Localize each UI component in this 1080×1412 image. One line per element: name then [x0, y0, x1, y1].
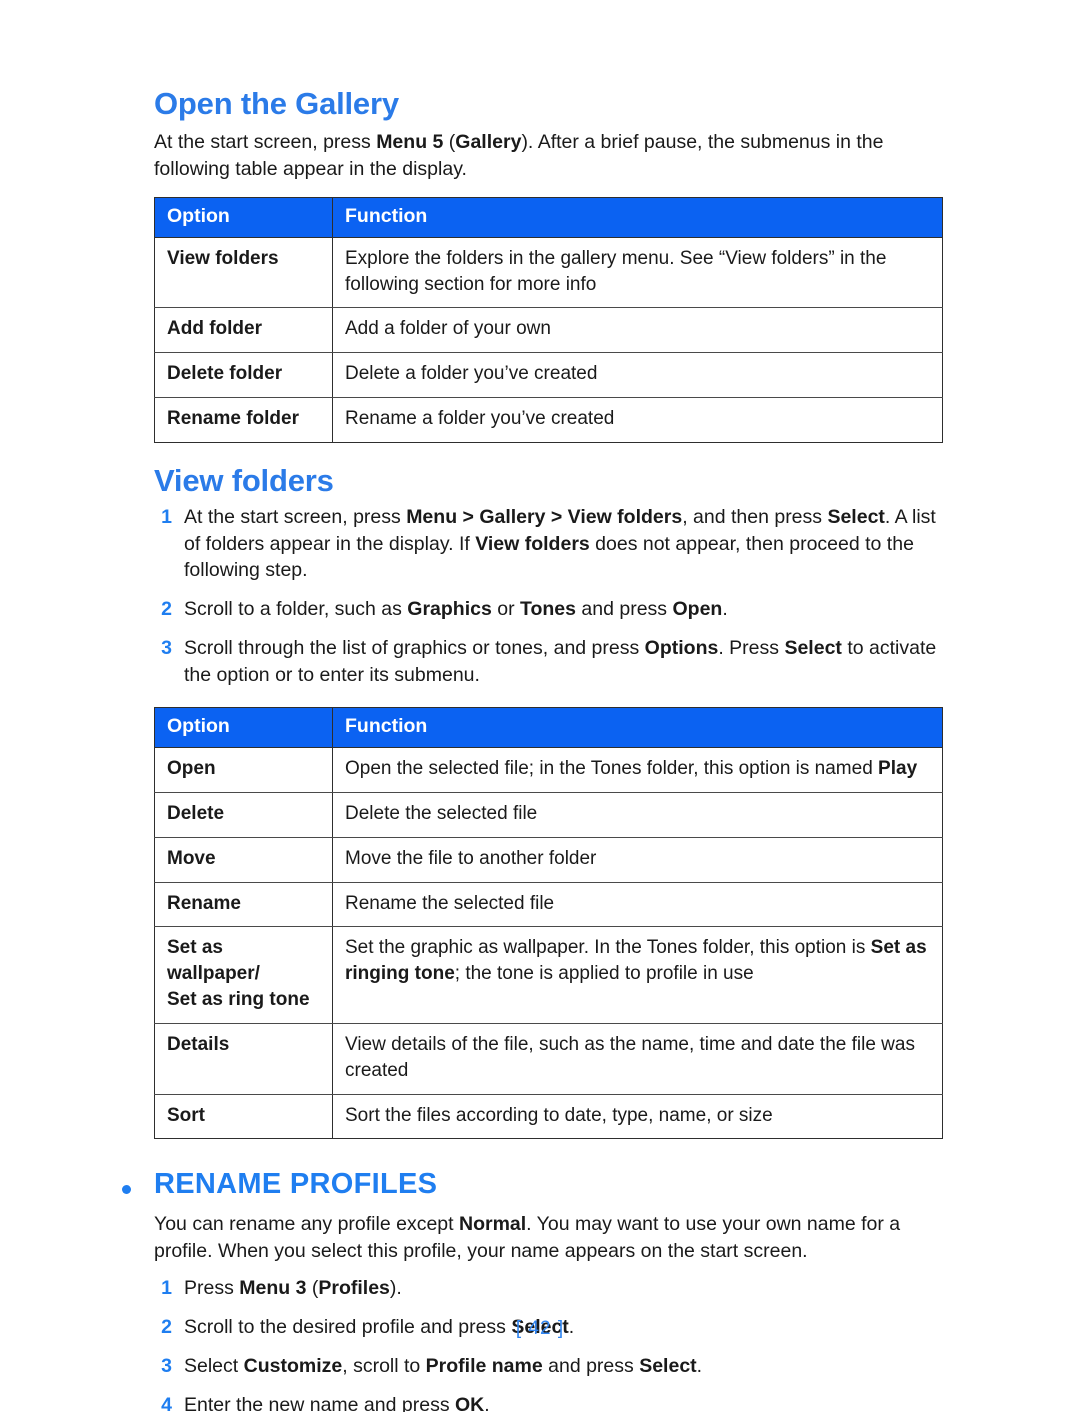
list-item: 1 At the start screen, press Menu > Gall… [154, 504, 944, 585]
option-cell: Details [154, 1023, 333, 1095]
option-cell: View folders [154, 237, 333, 309]
table-row: Add folder Add a folder of your own [154, 307, 943, 354]
step-number: 1 [161, 1277, 172, 1300]
table-row: Set as wallpaper/Set as ring tone Set th… [154, 926, 943, 1024]
table-row: Delete Delete the selected file [154, 792, 943, 838]
rename-profiles-steps: 1 Press Menu 3 (Profiles). 2 Scroll to t… [154, 1275, 944, 1412]
option-cell: Delete [154, 792, 333, 838]
step-number: 2 [161, 598, 172, 621]
function-cell: Sort the files according to date, type, … [345, 1104, 773, 1126]
list-item: 3 Scroll through the list of graphics or… [154, 635, 944, 689]
table-row: Open Open the selected file; in the Tone… [154, 747, 943, 793]
table-row: Rename folder Rename a folder you’ve cre… [154, 397, 943, 443]
list-item: 2 Scroll to a folder, such as Graphics o… [154, 596, 944, 623]
file-options-table: Option Function Open Open the selected f… [154, 707, 943, 1140]
step-text: Scroll to a folder, such as Graphics or … [184, 598, 728, 621]
manual-page: Open the Gallery At the start screen, pr… [0, 0, 1080, 1412]
function-cell: Delete the selected file [332, 792, 943, 838]
table-header-row: Option Function [154, 707, 943, 749]
page-title-view-folders: View folders [154, 462, 334, 498]
table-header-row: Option Function [154, 197, 943, 238]
list-item: 3 Select Customize, scroll to Profile na… [154, 1353, 944, 1380]
table-row: Details View details of the file, such a… [154, 1023, 943, 1095]
table-row: Delete folder Delete a folder you’ve cre… [154, 352, 943, 398]
list-item: 4 Enter the new name and press OK. [154, 1392, 944, 1412]
list-item: 1 Press Menu 3 (Profiles). [154, 1275, 944, 1302]
function-cell: Rename a folder you’ve created [345, 407, 615, 429]
view-folders-steps: 1 At the start screen, press Menu > Gall… [154, 504, 944, 689]
page-title-open-the-gallery: Open the Gallery [154, 86, 399, 121]
step-number: 4 [161, 1393, 172, 1412]
function-cell: Rename the selected file [332, 882, 943, 928]
step-text: Select Customize, scroll to Profile name… [184, 1354, 703, 1377]
option-cell: Sort [154, 1094, 333, 1139]
function-cell: Set the graphic as wallpaper. In the Ton… [332, 926, 943, 1024]
option-cell: Rename folder [154, 397, 333, 443]
step-text: Scroll through the list of graphics or t… [184, 637, 937, 687]
column-header-function: Function [332, 197, 943, 238]
table-row: Sort Sort the files according to date, t… [154, 1094, 943, 1139]
function-cell: Open the selected file; in the Tones fol… [332, 747, 943, 793]
function-cell: View details of the file, such as the na… [332, 1023, 943, 1095]
step-text: At the start screen, press Menu > Galler… [184, 505, 936, 582]
option-cell: Move [154, 837, 333, 883]
step-text: Press Menu 3 (Profiles). [184, 1277, 402, 1300]
function-cell: Delete a folder you’ve created [332, 352, 943, 398]
function-cell: Move the file to another folder [332, 837, 943, 883]
page-number-footer: [ 42 ] [515, 1318, 565, 1339]
column-header-option: Option [154, 707, 333, 749]
option-cell: Open [154, 747, 333, 793]
option-cell: Add folder [154, 307, 333, 354]
bullet-icon [122, 1185, 131, 1195]
function-cell: Add a folder of your own [332, 307, 943, 354]
option-cell: Delete folder [154, 352, 333, 398]
table-row: Move Move the file to another folder [154, 837, 943, 883]
gallery-intro-paragraph: At the start screen, press Menu 5 (Galle… [154, 130, 884, 180]
step-text: Enter the new name and press OK. [184, 1393, 490, 1412]
column-header-function: Function [332, 707, 943, 749]
step-number: 3 [161, 637, 172, 660]
step-number: 3 [161, 1354, 172, 1377]
column-header-option: Option [154, 197, 333, 238]
option-cell: Rename [154, 882, 333, 928]
page-content: Open the Gallery At the start screen, pr… [122, 86, 944, 1412]
page-title-rename-profiles: RENAME PROFILES [154, 1168, 438, 1201]
rename-profiles-heading-block: RENAME PROFILES [122, 1168, 944, 1201]
table-row: Rename Rename the selected file [154, 882, 943, 928]
rename-profiles-intro-paragraph: You can rename any profile except Normal… [154, 1213, 901, 1263]
gallery-options-table: Option Function View folders Explore the… [154, 196, 943, 443]
option-cell: Set as wallpaper/Set as ring tone [154, 926, 333, 1024]
function-cell: Explore the folders in the gallery menu.… [332, 237, 943, 309]
step-number: 1 [161, 505, 172, 528]
table-row: View folders Explore the folders in the … [154, 237, 943, 309]
